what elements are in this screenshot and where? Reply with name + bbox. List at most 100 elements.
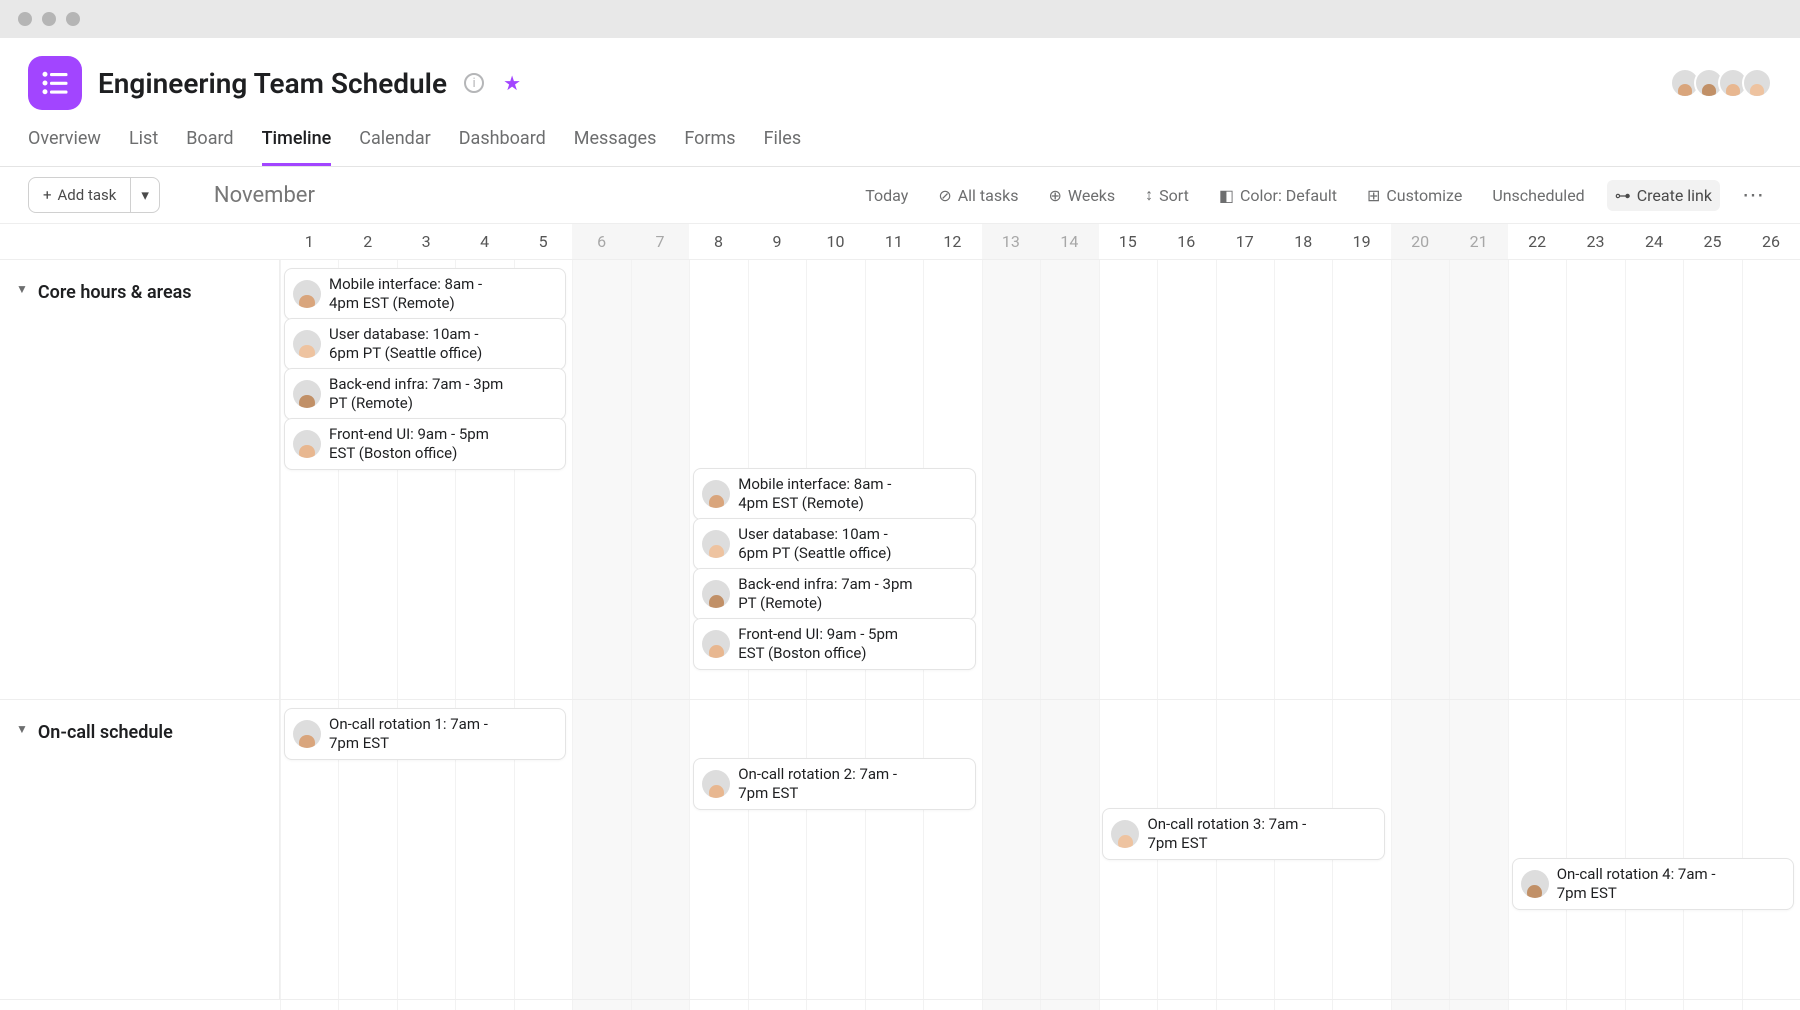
sort-button[interactable]: ↕Sort [1137,179,1197,211]
day-header: 4 [455,224,513,259]
day-header: 18 [1274,224,1332,259]
day-header: 16 [1157,224,1215,259]
task-card[interactable]: User database: 10am - 6pm PT (Seattle of… [693,518,975,570]
tab-timeline[interactable]: Timeline [262,128,332,166]
task-card[interactable]: User database: 10am - 6pm PT (Seattle of… [284,318,566,370]
section-name: On-call schedule [38,722,173,743]
avatar [1742,68,1772,98]
tab-overview[interactable]: Overview [28,128,101,166]
month-label: November [214,183,315,208]
section-core-hours: ▼ Core hours & areas Mobile interface: 8… [0,260,1800,700]
tab-files[interactable]: Files [764,128,802,166]
section-tasks[interactable]: On-call rotation 1: 7am - 7pm EST On-call… [280,700,1800,999]
day-header: 2 [338,224,396,259]
task-title: Front-end UI: 9am - 5pm EST (Boston offi… [738,625,918,663]
day-header: 11 [865,224,923,259]
zoom-icon: ⊕ [1048,186,1061,205]
tab-messages[interactable]: Messages [574,128,657,166]
task-card[interactable]: Front-end UI: 9am - 5pm EST (Boston offi… [284,418,566,470]
day-header: 25 [1683,224,1741,259]
section-header[interactable]: ▼ On-call schedule [0,700,280,999]
day-header: 24 [1625,224,1683,259]
tab-list[interactable]: List [129,128,158,166]
all-tasks-filter[interactable]: ⊘All tasks [930,180,1026,211]
tab-forms[interactable]: Forms [684,128,735,166]
link-icon: ⊶ [1615,186,1631,205]
task-card[interactable]: Mobile interface: 8am - 4pm EST (Remote) [693,468,975,520]
chevron-down-icon: ▾ [141,186,149,204]
day-header: 14 [1040,224,1098,259]
day-header: 3 [397,224,455,259]
day-header: 6 [572,224,630,259]
tab-calendar[interactable]: Calendar [359,128,430,166]
assignee-avatar [702,580,730,608]
project-title: Engineering Team Schedule [98,67,447,100]
task-card[interactable]: On-call rotation 1: 7am - 7pm EST [284,708,566,760]
task-title: Mobile interface: 8am - 4pm EST (Remote) [329,275,509,313]
toolbar: +Add task ▾ November Today ⊘All tasks ⊕ W… [0,167,1800,224]
weeks-label: Weeks [1068,186,1115,205]
assignee-avatar [702,630,730,658]
add-task-dropdown[interactable]: ▾ [130,178,159,212]
sort-icon: ↕ [1145,185,1153,205]
task-title: Back-end infra: 7am - 3pm PT (Remote) [329,375,509,413]
customize-button[interactable]: ⊞Customize [1359,180,1470,211]
collapse-icon: ▼ [16,282,28,296]
unscheduled-button[interactable]: Unscheduled [1484,180,1592,211]
zoom-weeks[interactable]: ⊕ Weeks [1040,180,1123,211]
assignee-avatar [1521,870,1549,898]
task-card[interactable]: Front-end UI: 9am - 5pm EST (Boston offi… [693,618,975,670]
star-button[interactable]: ★ [501,72,523,94]
day-header: 17 [1216,224,1274,259]
create-link-label: Create link [1637,186,1712,205]
add-task-button[interactable]: +Add task [29,178,130,212]
task-title: On-call rotation 2: 7am - 7pm EST [738,765,918,803]
task-card[interactable]: Back-end infra: 7am - 3pm PT (Remote) [693,568,975,620]
task-title: Mobile interface: 8am - 4pm EST (Remote) [738,475,918,513]
assignee-avatar [702,770,730,798]
task-card[interactable]: Back-end infra: 7am - 3pm PT (Remote) [284,368,566,420]
task-card[interactable]: On-call rotation 3: 7am - 7pm EST [1102,808,1384,860]
assignee-avatar [293,330,321,358]
color-button[interactable]: ◧Color: Default [1211,180,1345,211]
today-button[interactable]: Today [857,180,916,211]
window-min-dot[interactable] [42,12,56,26]
window-close-dot[interactable] [18,12,32,26]
day-header: 21 [1449,224,1507,259]
add-task-label: Add task [58,186,117,204]
mac-titlebar [0,0,1800,38]
more-menu-button[interactable]: ⋯ [1734,179,1772,212]
task-card[interactable]: Mobile interface: 8am - 4pm EST (Remote) [284,268,566,320]
day-header: 7 [631,224,689,259]
collapse-icon: ▼ [16,722,28,736]
timeline-body: ▼ Core hours & areas Mobile interface: 8… [0,260,1800,1010]
customize-label: Customize [1386,186,1462,205]
tab-board[interactable]: Board [186,128,233,166]
day-header: 12 [923,224,981,259]
day-header: 13 [982,224,1040,259]
create-link-button[interactable]: ⊶ Create link [1607,180,1720,211]
task-title: Front-end UI: 9am - 5pm EST (Boston offi… [329,425,509,463]
member-avatars[interactable] [1676,68,1772,98]
task-title: Back-end infra: 7am - 3pm PT (Remote) [738,575,918,613]
section-tasks[interactable]: Mobile interface: 8am - 4pm EST (Remote)… [280,260,1800,699]
date-header-row: 1234567891011121314151617181920212223242… [0,224,1800,260]
task-card[interactable]: On-call rotation 4: 7am - 7pm EST [1512,858,1794,910]
list-icon [40,68,70,98]
day-header: 26 [1742,224,1800,259]
section-header[interactable]: ▼ Core hours & areas [0,260,280,699]
day-header: 20 [1391,224,1449,259]
info-button[interactable]: i [463,72,485,94]
task-title: User database: 10am - 6pm PT (Seattle of… [329,325,509,363]
section-oncall: ▼ On-call schedule On-call rotation 1: 7… [0,700,1800,1000]
tab-dashboard[interactable]: Dashboard [459,128,546,166]
assignee-avatar [702,480,730,508]
window-max-dot[interactable] [66,12,80,26]
assignee-avatar [293,720,321,748]
assignee-avatar [293,280,321,308]
check-circle-icon: ⊘ [938,186,951,205]
task-card[interactable]: On-call rotation 2: 7am - 7pm EST [693,758,975,810]
color-icon: ◧ [1219,186,1234,205]
day-header: 5 [514,224,572,259]
project-icon [28,56,82,110]
